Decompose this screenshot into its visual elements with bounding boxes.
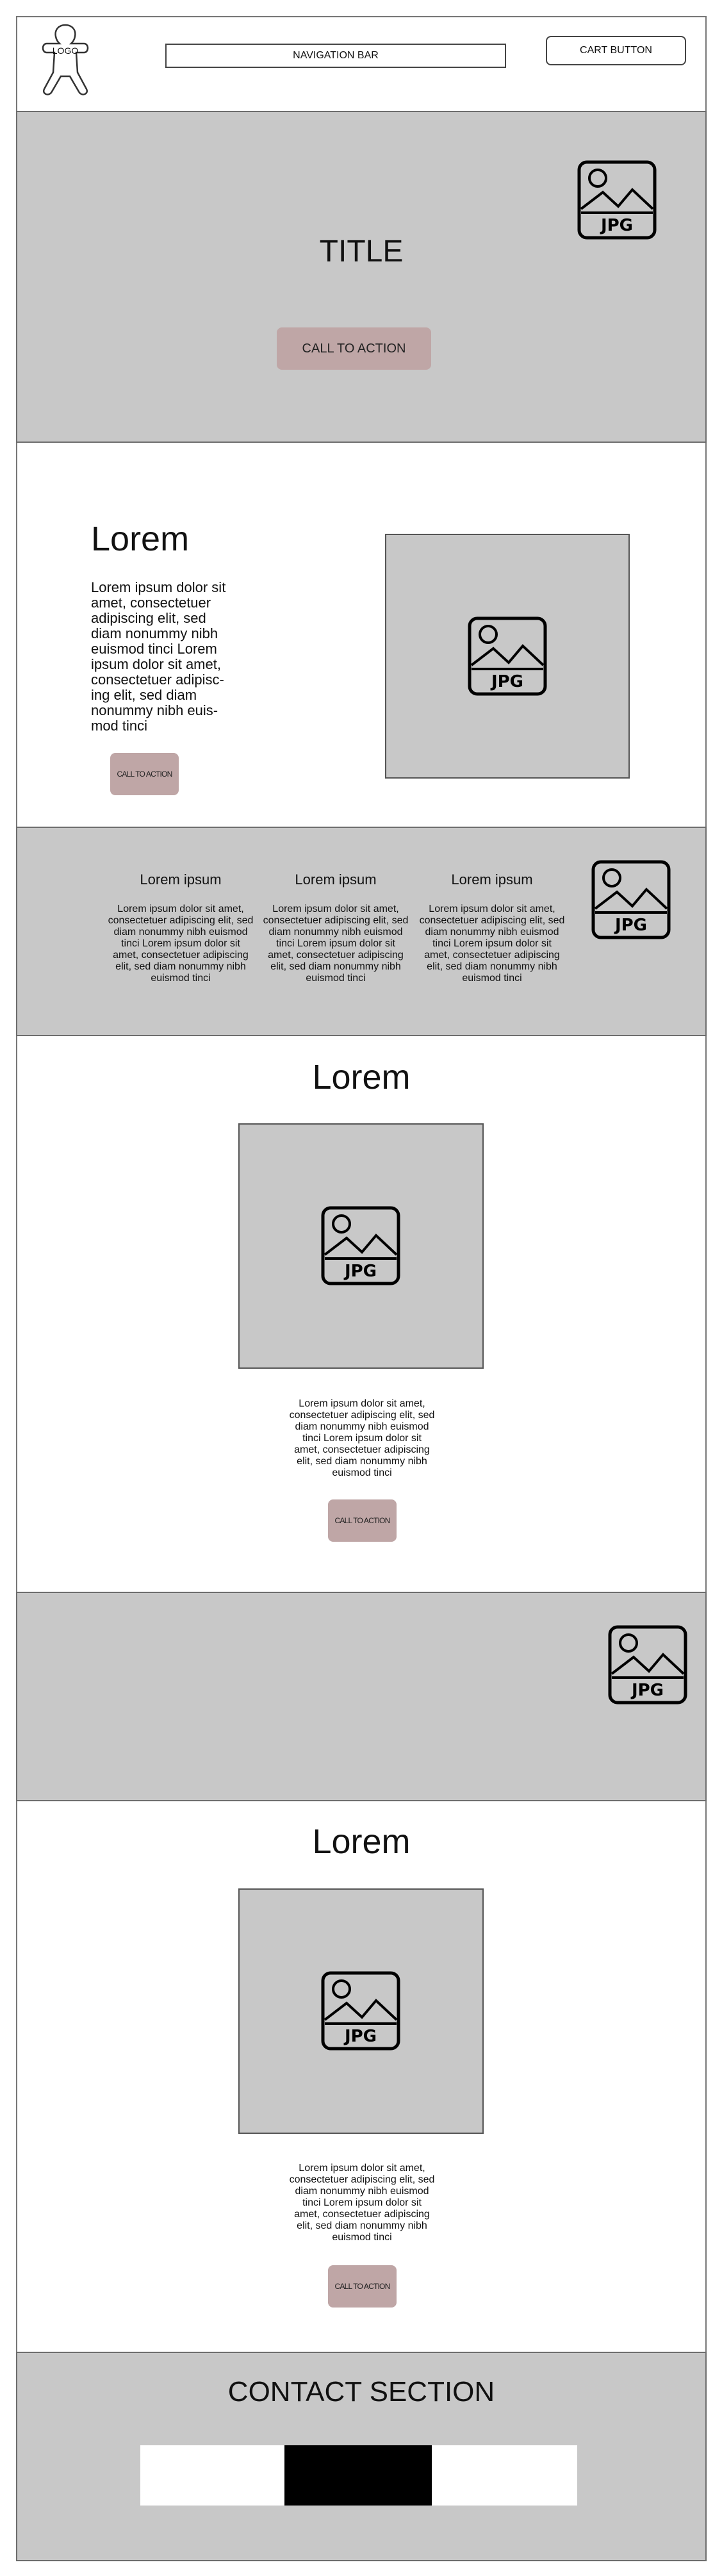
jpg-image-icon: JPG — [591, 860, 671, 939]
contact-field-left[interactable] — [140, 2445, 284, 2506]
contact-title: CONTACT SECTION — [227, 2376, 495, 2407]
jpg-label: JPG — [490, 672, 523, 691]
columns-section: Lorem ipsum Lorem ipsum dolor sit amet, … — [16, 827, 707, 1036]
navigation-bar[interactable]: NAVIGATION BAR — [165, 44, 506, 68]
column-1: Lorem ipsum Lorem ipsum dolor sit amet, … — [107, 871, 254, 984]
section1-image-placeholder: JPG — [385, 534, 630, 779]
jpg-image-icon: JPG — [321, 1971, 400, 2051]
hero-section: TITLE CALL TO ACTION JPG — [16, 111, 707, 443]
contact-section: CONTACT SECTION — [16, 2352, 707, 2561]
column-title: Lorem ipsum — [451, 871, 533, 888]
column-2: Lorem ipsum Lorem ipsum dolor sit amet, … — [262, 871, 409, 984]
gingerbread-logo-icon — [42, 24, 89, 95]
contact-field-right[interactable] — [432, 2445, 577, 2506]
section2-body: Lorem ipsum dolor sit amet, consectetuer… — [289, 1398, 435, 1478]
section2-cta-button[interactable]: CALL TO ACTION — [328, 1499, 397, 1542]
jpg-image-icon: JPG — [577, 160, 657, 240]
section3-image-placeholder: JPG — [238, 1888, 484, 2134]
column-body: Lorem ipsum dolor sit amet, consectetuer… — [108, 904, 254, 984]
logo-text: LOGO — [52, 45, 79, 56]
cart-button[interactable]: CART BUTTON — [546, 36, 686, 65]
jpg-image-icon: JPG — [468, 616, 547, 696]
jpg-image-icon: JPG — [321, 1206, 400, 1285]
jpg-label: JPG — [343, 2027, 377, 2046]
jpg-label: JPG — [614, 916, 647, 935]
jpg-label: JPG — [600, 216, 633, 235]
column-body: Lorem ipsum dolor sit amet, consectetuer… — [263, 904, 409, 984]
hero-cta-button[interactable]: CALL TO ACTION — [277, 327, 431, 370]
section3-body: Lorem ipsum dolor sit amet, consectetuer… — [289, 2163, 435, 2243]
contact-submit-block[interactable] — [284, 2445, 432, 2506]
section1-heading: Lorem — [91, 520, 190, 558]
banner-image-placeholder: JPG — [608, 1625, 687, 1705]
contact-form-bar — [140, 2445, 577, 2506]
column-title: Lorem ipsum — [140, 871, 222, 888]
section2-heading: Lorem — [312, 1058, 411, 1096]
logo[interactable]: LOGO — [35, 22, 96, 96]
image-banner-section: JPG — [16, 1592, 707, 1801]
section3-cta-button[interactable]: CALL TO ACTION — [328, 2265, 397, 2308]
section1-body: Lorem ipsum dolor sit amet, consectetuer… — [91, 579, 226, 734]
jpg-label: JPG — [343, 1262, 377, 1281]
column-body: Lorem ipsum dolor sit amet, consectetuer… — [419, 904, 565, 984]
section1-cta-button[interactable]: CALL TO ACTION — [110, 753, 179, 795]
section3-heading: Lorem — [312, 1822, 411, 1861]
section2-image-placeholder: JPG — [238, 1123, 484, 1369]
column-3: Lorem ipsum Lorem ipsum dolor sit amet, … — [418, 871, 566, 984]
jpg-label: JPG — [630, 1681, 664, 1700]
column-title: Lorem ipsum — [295, 871, 377, 888]
hero-image-placeholder: JPG — [577, 160, 657, 240]
jpg-image-icon: JPG — [608, 1625, 687, 1705]
columns-image-placeholder: JPG — [591, 860, 671, 939]
